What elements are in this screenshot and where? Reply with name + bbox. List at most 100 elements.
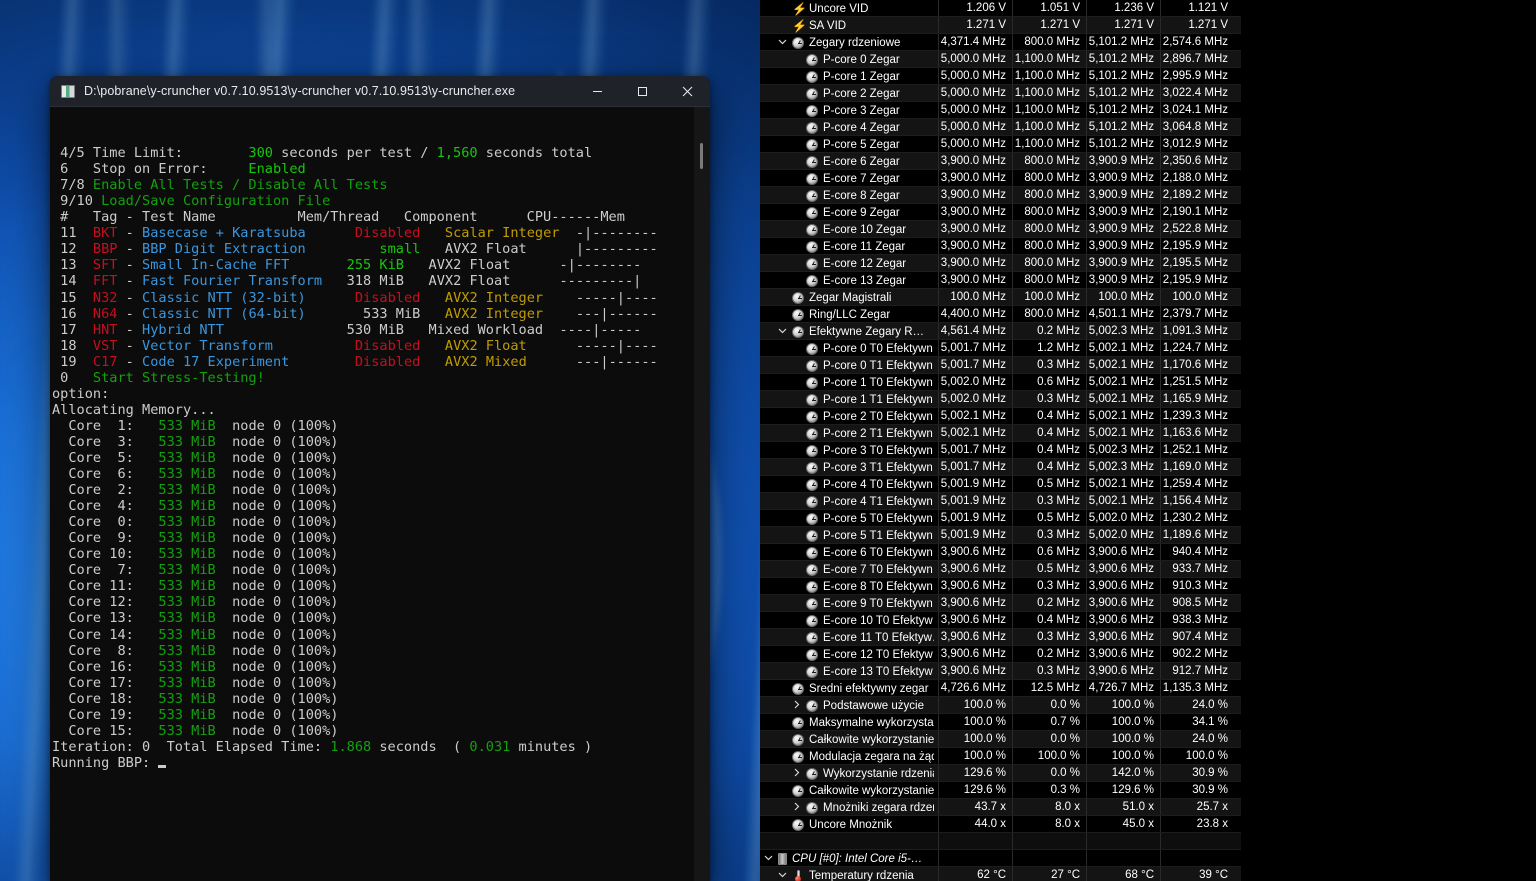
clock-icon (792, 784, 804, 797)
sensor-value-col-0: 4,561.4 MHz (938, 323, 1012, 340)
sensor-row[interactable]: E-core 9 T0 Efektywn… 3,900.6 MHz 0.2 MHz 3… (760, 595, 1241, 612)
chevron-right-icon[interactable] (792, 802, 803, 813)
y-cruncher-console-window[interactable]: D:\pobrane\y-cruncher v0.7.10.9513\y-cru… (50, 76, 710, 881)
sensor-value-col-1: 1,100.0 MHz (1012, 68, 1086, 85)
sensor-label-text: E-core 8 Zegar (823, 189, 900, 202)
sensor-value-col-1: 0.5 MHz (1012, 561, 1086, 578)
sensor-row[interactable]: P-core 2 T0 Efektywn… 5,002.1 MHz 0.4 MHz 5… (760, 408, 1241, 425)
chevron-right-icon[interactable] (792, 768, 803, 779)
window-titlebar[interactable]: D:\pobrane\y-cruncher v0.7.10.9513\y-cru… (50, 76, 710, 107)
console-output[interactable]: 4/5 Time Limit: 300 seconds per test / 1… (50, 107, 710, 881)
sensor-row[interactable]: P-core 4 Zegar 5,000.0 MHz 1,100.0 MHz 5,10… (760, 119, 1241, 136)
sensor-value-col-0: 5,000.0 MHz (938, 136, 1012, 153)
chevron-down-icon[interactable] (778, 870, 789, 881)
sensor-value-col-2: 5,002.3 MHz (1086, 442, 1160, 459)
sensor-row[interactable]: E-core 13 Zegar 3,900.0 MHz 800.0 MHz 3,900… (760, 272, 1241, 289)
sensor-row[interactable]: P-core 5 T1 Efektywn… 5,001.9 MHz 0.3 MHz 5… (760, 527, 1241, 544)
sensor-row[interactable]: E-core 8 Zegar 3,900.0 MHz 800.0 MHz 3,900.… (760, 187, 1241, 204)
console-line: 11 BKT - Basecase + Karatsuba Disabled S… (52, 225, 658, 242)
sensor-value-col-0: 5,000.0 MHz (938, 102, 1012, 119)
sensor-row[interactable]: P-core 0 T0 Efektywn… 5,001.7 MHz 1.2 MHz 5… (760, 340, 1241, 357)
sensor-row[interactable]: Zegary rdzeniowe 4,371.4 MHz 800.0 MHz 5,10… (760, 34, 1241, 51)
sensor-value-col-1: 0.4 MHz (1012, 442, 1086, 459)
sensor-row[interactable]: Mnożniki zegara rdzenia 43.7 x8.0 x51.0 x… (760, 799, 1241, 816)
sensor-value-col-3: 30.9 % (1160, 765, 1234, 782)
clock-icon (806, 478, 818, 491)
sensor-row[interactable]: E-core 8 T0 Efektywn… 3,900.6 MHz 0.3 MHz 3… (760, 578, 1241, 595)
sensor-row[interactable]: P-core 4 T0 Efektywn… 5,001.9 MHz 0.5 MHz 5… (760, 476, 1241, 493)
sensor-value-col-3: 2,189.2 MHz (1160, 187, 1234, 204)
sensor-row[interactable]: P-core 1 Zegar 5,000.0 MHz 1,100.0 MHz 5,10… (760, 68, 1241, 85)
sensor-value-col-1: 0.0 % (1012, 765, 1086, 782)
sensor-row[interactable]: E-core 7 T0 Efektywn… 3,900.6 MHz 0.5 MHz 3… (760, 561, 1241, 578)
sensor-row[interactable]: Całkowite wykorzystanie… 100.0 % 0.0 % 100.… (760, 731, 1241, 748)
sensor-row[interactable]: E-core 11 Zegar 3,900.0 MHz 800.0 MHz 3,900… (760, 238, 1241, 255)
sensor-row[interactable]: P-core 3 T0 Efektywn… 5,001.7 MHz 0.4 MHz 5… (760, 442, 1241, 459)
sensor-row[interactable]: CPU [#0]: Intel Core i5-… (760, 850, 1241, 867)
sensor-row[interactable]: E-core 7 Zegar 3,900.0 MHz 800.0 MHz 3,900.… (760, 170, 1241, 187)
sensor-value-col-2: 3,900.6 MHz (1086, 663, 1160, 680)
sensor-row[interactable]: ⚡ Uncore VID 1.206 V 1.051 V 1.236 V 1.121 V (760, 0, 1241, 17)
sensor-value-col-2: 1.236 V (1086, 0, 1160, 17)
sensor-label-text: E-core 7 Zegar (823, 172, 900, 185)
sensor-row[interactable]: E-core 12 T0 Efektyw… 3,900.6 MHz 0.2 MHz 3… (760, 646, 1241, 663)
sensor-row[interactable]: P-core 3 T1 Efektywn… 5,001.7 MHz 0.4 MHz 5… (760, 459, 1241, 476)
chevron-right-icon[interactable] (792, 700, 803, 711)
chevron-down-icon[interactable] (764, 853, 775, 864)
sensor-row[interactable]: E-core 10 T0 Efektyw… 3,900.6 MHz 0.4 MHz 3… (760, 612, 1241, 629)
sensor-row[interactable]: P-core 3 Zegar 5,000.0 MHz 1,100.0 MHz 5,10… (760, 102, 1241, 119)
sensor-row[interactable]: P-core 5 Zegar 5,000.0 MHz 1,100.0 MHz 5,10… (760, 136, 1241, 153)
sensor-row[interactable]: Temperatury rdzenia 62 °C 27 °C 68 °C 39 °C (760, 867, 1241, 881)
sensor-row[interactable]: Maksymalne wykorzysta… 100.0 % 0.7 % 100.0 … (760, 714, 1241, 731)
sensor-row[interactable]: P-core 2 Zegar 5,000.0 MHz 1,100.0 MHz 5,10… (760, 85, 1241, 102)
sensor-row[interactable]: Efektywne Zegary R… 4,561.4 MHz 0.2 MHz 5,0… (760, 323, 1241, 340)
clock-icon (792, 291, 804, 304)
sensor-row[interactable]: Wykorzystanie rdzenia 129.6 % 0.0 % 142.0 %… (760, 765, 1241, 782)
sensor-row[interactable]: P-core 2 T1 Efektywn… 5,002.1 MHz 0.4 MHz 5… (760, 425, 1241, 442)
sensor-value-col-3: 30.9 % (1160, 782, 1234, 799)
sensor-row[interactable]: P-core 1 T0 Efektywn… 5,002.0 MHz 0.6 MHz 5… (760, 374, 1241, 391)
sensor-row[interactable]: P-core 4 T1 Efektywn… 5,001.9 MHz 0.3 MHz 5… (760, 493, 1241, 510)
sensor-row-label-cell: P-core 4 Zegar (760, 119, 938, 136)
sensor-row-label-cell: E-core 12 T0 Efektyw… (760, 646, 938, 663)
sensor-row[interactable]: P-core 5 T0 Efektywn… 5,001.9 MHz 0.5 MHz 5… (760, 510, 1241, 527)
sensor-row[interactable]: Ring/LLC Zegar 4,400.0 MHz 800.0 MHz 4,501.… (760, 306, 1241, 323)
sensor-label-text: E-core 13 Zegar (823, 274, 907, 287)
chevron-down-icon[interactable] (778, 37, 789, 48)
sensor-row[interactable]: P-core 0 T1 Efektywn… 5,001.7 MHz 0.3 MHz 5… (760, 357, 1241, 374)
maximize-button[interactable] (620, 76, 665, 106)
sensor-value-col-2: 100.0 % (1086, 714, 1160, 731)
clock-icon (806, 223, 818, 236)
sensor-label-text: P-core 5 T1 Efektywn… (823, 529, 934, 542)
sensor-row[interactable]: ⚡ SA VID 1.271 V 1.271 V 1.271 V 1.271 V (760, 17, 1241, 34)
close-button[interactable] (665, 76, 710, 106)
sensor-row[interactable]: E-core 9 Zegar 3,900.0 MHz 800.0 MHz 3,900.… (760, 204, 1241, 221)
sensor-row[interactable]: Średni efektywny zegar 4,726.6 MHz 12.5 MH… (760, 680, 1241, 697)
sensor-row[interactable]: Uncore Mnożnik 44.0 x 8.0 x 45.0 x 23.8 x (760, 816, 1241, 833)
sensor-row[interactable]: E-core 6 Zegar 3,900.0 MHz 800.0 MHz 3,900.… (760, 153, 1241, 170)
console-scrollbar-thumb[interactable] (700, 143, 703, 169)
window-controls[interactable] (575, 76, 710, 106)
hwinfo-sensor-panel[interactable]: ⚡ Uncore VID 1.206 V 1.051 V 1.236 V 1.121 V ⚡… (760, 0, 1536, 881)
sensor-value-col-3: 2,195.9 MHz (1160, 272, 1234, 289)
sensor-row[interactable]: Zegar Magistrali 100.0 MHz 100.0 MHz 100.0 … (760, 289, 1241, 306)
sensor-value-col-3: 2,522.8 MHz (1160, 221, 1234, 238)
sensor-row[interactable]: P-core 1 T1 Efektywn… 5,002.0 MHz 0.3 MHz 5… (760, 391, 1241, 408)
sensor-value-col-0: 5,002.0 MHz (938, 374, 1012, 391)
sensor-row[interactable]: Całkowite wykorzystanie… 129.6 % 0.3 % 129.… (760, 782, 1241, 799)
sensor-row[interactable]: P-core 0 Zegar 5,000.0 MHz 1,100.0 MHz 5,10… (760, 51, 1241, 68)
chevron-down-icon[interactable] (778, 326, 789, 337)
sensor-row[interactable]: Modulacja zegara na żąd…100.0 %100.0 %10… (760, 748, 1241, 765)
sensor-value-col-1 (1012, 850, 1086, 867)
sensor-row[interactable]: Podstawowe użycie 100.0 % 0.0 % 100.0 % 24.0… (760, 697, 1241, 714)
sensor-value-col-3 (1160, 833, 1234, 850)
sensor-row[interactable]: E-core 6 T0 Efektywn… 3,900.6 MHz 0.6 MHz 3… (760, 544, 1241, 561)
console-scrollbar[interactable] (694, 107, 710, 881)
clock-icon (792, 308, 804, 321)
sensor-value-col-2: 68 °C (1086, 867, 1160, 881)
minimize-button[interactable] (575, 76, 620, 106)
sensor-row[interactable]: E-core 12 Zegar 3,900.0 MHz 800.0 MHz 3,900… (760, 255, 1241, 272)
sensor-row[interactable]: E-core 10 Zegar 3,900.0 MHz 800.0 MHz 3,900… (760, 221, 1241, 238)
sensor-row[interactable]: E-core 11 T0 Efektyw… 3,900.6 MHz 0.3 MHz 3… (760, 629, 1241, 646)
sensor-row[interactable]: E-core 13 T0 Efektyw… 3,900.6 MHz 0.3 MHz 3… (760, 663, 1241, 680)
